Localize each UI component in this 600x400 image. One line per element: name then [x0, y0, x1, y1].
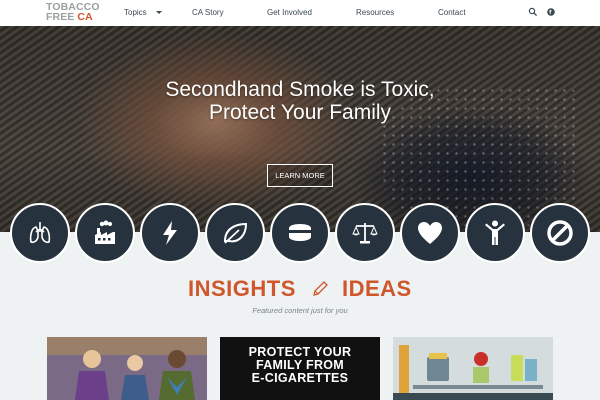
leaf-icon: [223, 222, 248, 244]
nav-contact[interactable]: Contact: [438, 8, 466, 17]
ecig-line-3: E-CIGARETTES: [251, 371, 349, 385]
topic-scales[interactable]: [335, 203, 395, 263]
lightning-icon: [163, 221, 177, 245]
learn-more-button[interactable]: LEARN MORE: [267, 164, 333, 187]
children-photo: [47, 337, 207, 400]
topic-prohibited[interactable]: [530, 203, 590, 263]
insights-tagline: Featured content just for you: [252, 306, 348, 315]
logo[interactable]: TOBACCO FREE CA: [46, 2, 100, 23]
no-icon: [547, 220, 573, 246]
topic-heart[interactable]: [400, 203, 460, 263]
topic-icons-row: [0, 203, 600, 265]
topic-person[interactable]: [465, 203, 525, 263]
topic-tin[interactable]: [270, 203, 330, 263]
hero-title: Secondhand Smoke is Toxic, Protect Your …: [100, 78, 500, 124]
ecig-card-text: PROTECT YOUR FAMILY FROM E-CIGARETTES: [220, 346, 380, 385]
logo-line-2b: CA: [77, 11, 93, 23]
logo-line-2a: FREE: [46, 11, 78, 23]
topic-factory[interactable]: [75, 203, 135, 263]
search-icon[interactable]: [528, 7, 538, 17]
factory-icon: [95, 220, 115, 244]
pencil-icon: [313, 281, 328, 296]
nav-topics[interactable]: Topics: [124, 8, 147, 17]
person-icon: [485, 220, 505, 245]
ideas-word: IDEAS: [342, 276, 412, 301]
topic-lungs[interactable]: [10, 203, 70, 263]
infographic-image: [393, 337, 553, 400]
nav-ca-story[interactable]: CA Story: [192, 8, 224, 17]
topic-leaf[interactable]: [205, 203, 265, 263]
featured-card-kids[interactable]: [47, 337, 207, 400]
tin-icon: [289, 224, 311, 241]
scales-icon: [352, 223, 378, 244]
hero-overlay: [0, 26, 600, 232]
hero-title-line-1: Secondhand Smoke is Toxic,: [165, 78, 435, 101]
nav-get-involved[interactable]: Get Involved: [267, 8, 312, 17]
featured-card-infographic[interactable]: [393, 337, 553, 400]
insights-word: INSIGHTS: [188, 276, 296, 301]
nav-resources[interactable]: Resources: [356, 8, 394, 17]
hero-title-line-2: Protect Your Family: [208, 101, 392, 124]
heart-icon: [418, 222, 442, 244]
top-nav: TOBACCO FREE CA Topics CA Story Get Invo…: [0, 0, 600, 26]
globe-icon[interactable]: [546, 7, 556, 17]
topic-lightning[interactable]: [140, 203, 200, 263]
insights-heading: INSIGHTS IDEAS: [0, 276, 600, 302]
hero-banner: Secondhand Smoke is Toxic, Protect Your …: [0, 26, 600, 232]
lungs-icon: [29, 222, 51, 244]
chevron-down-icon[interactable]: [156, 11, 162, 14]
featured-card-ecig[interactable]: PROTECT YOUR FAMILY FROM E-CIGARETTES: [220, 337, 380, 400]
